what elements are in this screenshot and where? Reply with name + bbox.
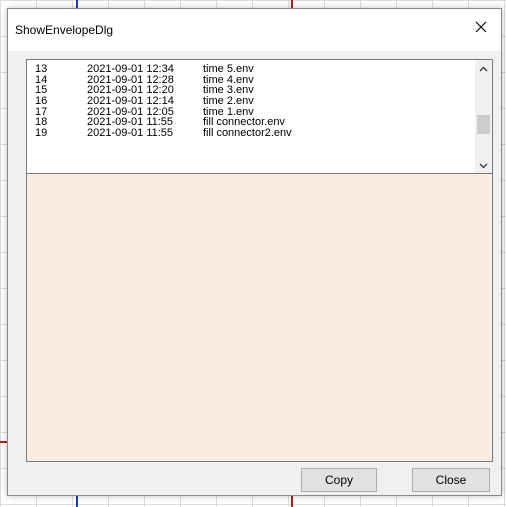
row-index: 19 (35, 127, 48, 140)
close-icon (475, 21, 487, 33)
chevron-down-icon (479, 163, 488, 168)
copy-button[interactable]: Copy (301, 468, 377, 492)
scroll-up-button[interactable] (475, 60, 492, 77)
row-filename: fill connector2.env (203, 127, 292, 140)
background-marker (291, 0, 293, 8)
background-marker (0, 441, 7, 443)
background-marker (76, 0, 78, 8)
window-title: ShowEnvelopeDlg (15, 23, 114, 37)
row-datetime: 2021-09-01 11:55 (87, 127, 174, 140)
scrollbar-thumb[interactable] (477, 115, 490, 134)
vertical-scrollbar[interactable] (475, 60, 492, 174)
envelope-preview-area (26, 173, 493, 462)
close-button[interactable]: Close (412, 468, 490, 492)
envelope-list[interactable]: 13 2021-09-01 12:34 time 5.env 14 2021-09-01… (26, 59, 493, 175)
chevron-up-icon (479, 66, 488, 71)
close-window-button[interactable] (461, 9, 501, 45)
show-envelope-dialog: ShowEnvelopeDlg 13 2021-09-01 12:34 time 5… (7, 8, 502, 496)
list-item[interactable]: 19 2021-09-01 11:55 fill connector2.env (27, 128, 475, 139)
envelope-list-rows: 13 2021-09-01 12:34 time 5.env 14 2021-09-01… (27, 64, 475, 139)
scroll-down-button[interactable] (475, 157, 492, 174)
title-bar[interactable]: ShowEnvelopeDlg (8, 9, 501, 51)
